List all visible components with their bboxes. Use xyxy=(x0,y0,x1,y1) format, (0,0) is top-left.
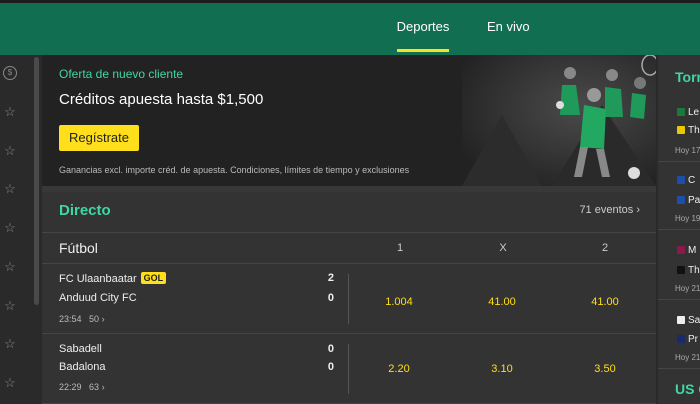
right-match-home[interactable]: Le xyxy=(677,107,699,118)
promo-terms[interactable]: Ganancias excl. importe créd. de apuesta… xyxy=(59,165,409,175)
shirt-icon xyxy=(677,335,685,343)
event-row[interactable]: Sabadell Badalona 0 0 22:29 63 › 2.20 3.… xyxy=(42,334,656,404)
divider xyxy=(658,299,700,300)
top-nav-bar xyxy=(0,0,700,55)
divider xyxy=(658,161,700,162)
right-match-home-label: C xyxy=(688,175,696,186)
odd-draw[interactable]: 3.10 xyxy=(472,363,532,375)
odd-home[interactable]: 1.004 xyxy=(369,296,429,308)
event-meta[interactable]: 22:29 63 › xyxy=(59,382,105,392)
right-match-away[interactable]: Th xyxy=(677,265,700,276)
shirt-icon xyxy=(677,176,685,184)
divider xyxy=(348,344,349,394)
event-time: 22:29 xyxy=(59,382,82,392)
tab-deportes-label: Deportes xyxy=(396,18,450,34)
main-content: Oferta de nuevo cliente Créditos apuesta… xyxy=(42,55,656,404)
right-match-home-label: M xyxy=(688,245,697,256)
athletes-illustration xyxy=(462,55,656,186)
live-title: Directo xyxy=(59,202,111,219)
odd-away[interactable]: 41.00 xyxy=(575,296,635,308)
column-header-1: 1 xyxy=(396,242,404,254)
right-match-time: Hoy 21 xyxy=(675,353,700,362)
away-team[interactable]: Anduud City FC xyxy=(59,292,137,304)
chevron-right-icon: › xyxy=(636,204,640,216)
home-score: 0 xyxy=(327,343,334,355)
star-icon[interactable]: ☆ xyxy=(3,144,17,158)
odd-away[interactable]: 3.50 xyxy=(575,363,635,375)
chevron-right-icon: › xyxy=(101,382,105,392)
promo-kicker: Oferta de nuevo cliente xyxy=(59,67,184,81)
right-match-away-label: Pa xyxy=(688,195,700,206)
tab-deportes[interactable]: Deportes xyxy=(397,0,449,52)
shirt-icon xyxy=(677,246,685,254)
markets-count: 63 xyxy=(89,382,100,392)
star-icon[interactable]: ☆ xyxy=(3,260,17,274)
markets-count: 50 xyxy=(89,314,100,324)
shirt-icon xyxy=(677,108,685,116)
star-icon[interactable]: ☆ xyxy=(3,337,17,351)
sport-header-row: Fútbol 1 X 2 xyxy=(42,232,656,264)
away-score: 0 xyxy=(327,292,334,304)
right-match-home[interactable]: M xyxy=(677,245,696,256)
away-score: 0 xyxy=(327,361,334,373)
divider xyxy=(348,274,349,324)
right-tournament-panel: Torn Le Th Hoy 17 C Pa Hoy 19 M Th Hoy 2… xyxy=(658,55,700,404)
right-match-time: Hoy 19 xyxy=(675,214,700,223)
sport-name: Fútbol xyxy=(59,240,98,256)
event-meta[interactable]: 23:54 50 › xyxy=(59,314,105,324)
tournament-title[interactable]: Torn xyxy=(675,69,700,85)
odd-home[interactable]: 2.20 xyxy=(369,363,429,375)
register-button[interactable]: Regístrate xyxy=(59,125,139,151)
home-team[interactable]: FC Ulaanbaatar GOL xyxy=(59,272,167,285)
shirt-icon xyxy=(677,196,685,204)
star-icon[interactable]: ☆ xyxy=(3,376,17,390)
live-section: Directo 71 eventos › Fútbol 1 X 2 FC Ula… xyxy=(42,192,656,404)
right-match-home-label: Le xyxy=(688,107,700,118)
column-header-2: 2 xyxy=(601,242,609,254)
right-match-away[interactable]: Pa xyxy=(677,195,700,206)
chevron-right-icon: › xyxy=(101,314,105,324)
live-header[interactable]: Directo 71 eventos › xyxy=(42,192,656,232)
coin-icon[interactable]: $ xyxy=(3,66,17,80)
home-team[interactable]: Sabadell xyxy=(59,343,102,355)
right-match-home-label: Sa xyxy=(688,315,700,326)
right-match-away-label: Th xyxy=(688,265,700,276)
tab-en-vivo-label: En vivo xyxy=(487,18,530,34)
tab-en-vivo[interactable]: En vivo xyxy=(487,0,530,52)
away-team[interactable]: Badalona xyxy=(59,361,106,373)
right-match-time: Hoy 17 xyxy=(675,146,700,155)
star-icon[interactable]: ☆ xyxy=(3,299,17,313)
right-match-home[interactable]: Sa xyxy=(677,315,700,326)
home-team-name: FC Ulaanbaatar xyxy=(59,273,137,285)
event-time: 23:54 xyxy=(59,314,82,324)
event-row[interactable]: FC Ulaanbaatar GOL Anduud City FC 2 0 23:… xyxy=(42,264,656,334)
left-favorites-rail: $ ☆ ☆ ☆ ☆ ☆ ☆ ☆ ☆ xyxy=(0,55,33,404)
star-icon[interactable]: ☆ xyxy=(3,182,17,196)
right-match-away[interactable]: Th xyxy=(677,125,700,136)
divider xyxy=(658,229,700,230)
live-events-link[interactable]: 71 eventos › xyxy=(579,204,640,216)
shirt-icon xyxy=(677,316,685,324)
right-match-home[interactable]: C xyxy=(677,175,695,186)
right-match-time: Hoy 21 xyxy=(675,284,700,293)
odd-draw[interactable]: 41.00 xyxy=(472,296,532,308)
divider xyxy=(658,368,700,369)
promo-title: Créditos apuesta hasta $1,500 xyxy=(59,91,264,108)
star-icon[interactable]: ☆ xyxy=(3,105,17,119)
column-header-x: X xyxy=(499,242,507,254)
right-match-away[interactable]: Pr xyxy=(677,334,698,345)
live-count-label: 71 eventos xyxy=(579,204,634,216)
right-match-away-label: Th xyxy=(688,125,700,136)
scrollbar-thumb[interactable] xyxy=(34,57,39,305)
shirt-icon xyxy=(677,126,685,134)
star-icon[interactable]: ☆ xyxy=(3,221,17,235)
right-match-away-label: Pr xyxy=(688,334,698,345)
home-score: 2 xyxy=(327,272,334,284)
tournament-title-2[interactable]: US C xyxy=(675,381,700,397)
promo-banner[interactable]: Oferta de nuevo cliente Créditos apuesta… xyxy=(42,55,656,186)
goal-badge: GOL xyxy=(140,272,167,284)
shirt-icon xyxy=(677,266,685,274)
